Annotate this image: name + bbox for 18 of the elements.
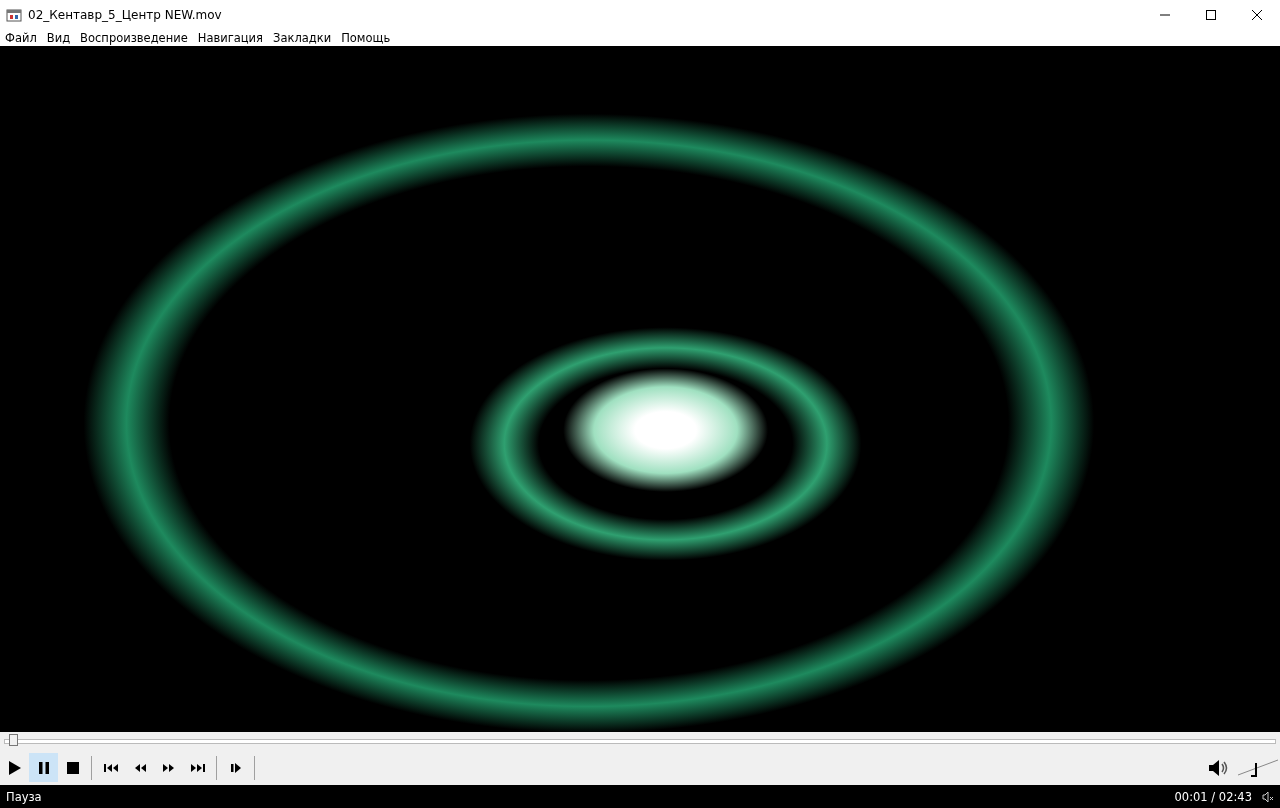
volume-slider[interactable]: [1238, 757, 1278, 778]
volume-handle[interactable]: [1251, 762, 1257, 777]
menu-item[interactable]: Вид: [43, 31, 74, 45]
time-display: 00:01 / 02:43: [1174, 789, 1252, 804]
menu-item[interactable]: Закладки: [270, 31, 335, 45]
menu-item[interactable]: Навигация: [194, 31, 266, 45]
maximize-icon: [1206, 10, 1216, 20]
app-icon: [6, 8, 22, 22]
menu-item[interactable]: Помощь: [338, 31, 394, 45]
mute-icon[interactable]: [1262, 790, 1274, 803]
menu-item[interactable]: Воспроизведение: [77, 31, 191, 45]
window-title: 02_Кентавр_5_Центр NEW.mov: [28, 8, 222, 22]
pause-button[interactable]: [29, 753, 58, 782]
close-icon: [1252, 10, 1262, 20]
seek-handle[interactable]: [8, 733, 18, 746]
menu-item[interactable]: Файл: [2, 31, 40, 45]
playback-state: Пауза: [6, 789, 42, 804]
speaker-icon[interactable]: [1208, 757, 1230, 778]
